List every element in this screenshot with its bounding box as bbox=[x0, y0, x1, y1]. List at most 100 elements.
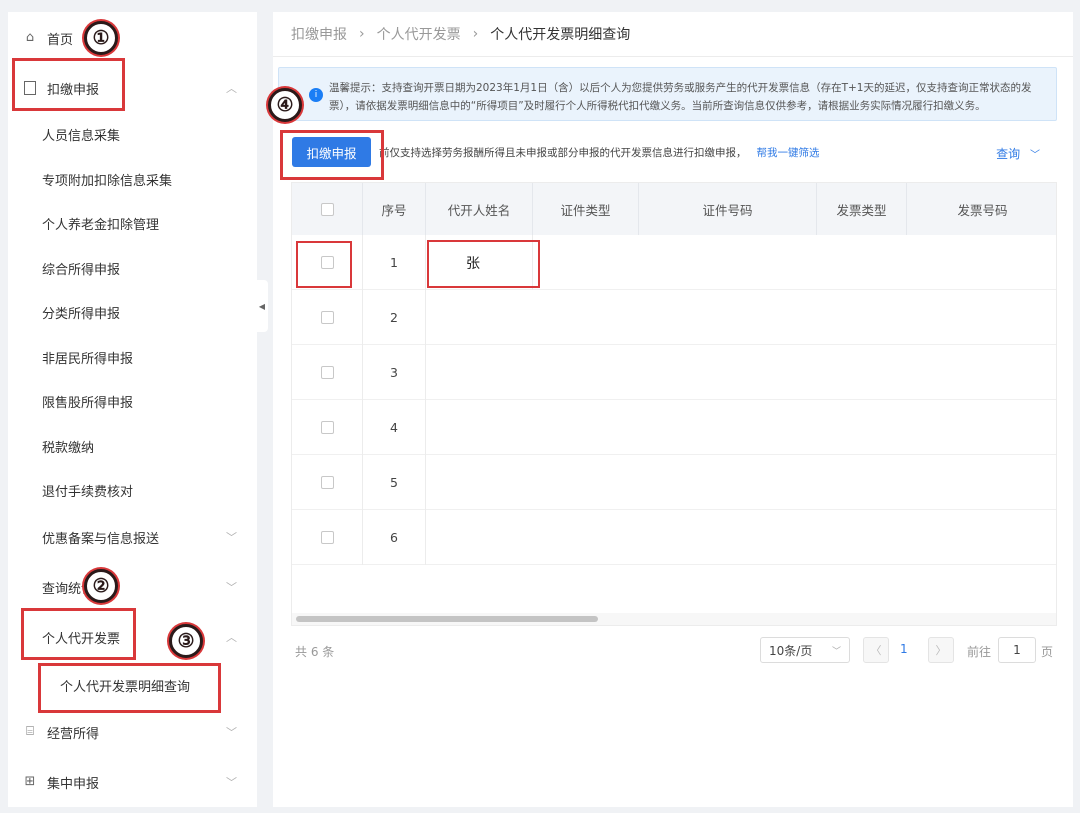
sidebar-item-label: 个人养老金扣除管理 bbox=[42, 217, 160, 233]
table-row[interactable]: 1 张 bbox=[292, 235, 1056, 290]
sidebar-item-withholding[interactable]: 扣缴申报 ︿ bbox=[8, 66, 257, 110]
chevron-right-icon: 〉 bbox=[935, 644, 947, 657]
notice-banner: i 温馨提示：支持查询开票日期为2023年1月1日（含）以后个人为您提供劳务或服… bbox=[278, 67, 1057, 121]
annotation-marker-4: ④ bbox=[268, 88, 302, 122]
sidebar-collapse-handle[interactable]: ◀ bbox=[256, 280, 268, 332]
sidebar-item-special-deduction[interactable]: 专项附加扣除信息采集 bbox=[8, 157, 257, 201]
table-row[interactable]: 3 bbox=[292, 345, 1056, 400]
sidebar-item-preferential[interactable]: 优惠备案与信息报送 ﹀ bbox=[8, 515, 257, 559]
row-checkbox[interactable] bbox=[320, 366, 334, 379]
column-header: 发票类型 bbox=[817, 183, 907, 235]
row-checkbox[interactable] bbox=[320, 311, 334, 324]
sidebar-item-personal-invoice[interactable]: 个人代开发票 ︿ bbox=[8, 615, 257, 659]
sidebar-item-label: 税款缴纳 bbox=[42, 440, 95, 456]
annotation-marker-3: ③ bbox=[169, 624, 203, 658]
sidebar-item-invoice-detail-query[interactable]: 个人代开发票明细查询 bbox=[8, 663, 257, 707]
sidebar-item-label: 优惠备案与信息报送 bbox=[42, 531, 160, 547]
row-select-cell bbox=[292, 290, 363, 345]
sidebar-item-comprehensive[interactable]: 综合所得申报 bbox=[8, 246, 257, 290]
table-row[interactable]: 6 bbox=[292, 510, 1056, 565]
chevron-up-icon: ︿ bbox=[226, 82, 237, 95]
name-cell: 张 bbox=[426, 235, 533, 290]
sidebar-item-centralized[interactable]: ⊞ 集中申报 ﹀ bbox=[8, 760, 257, 804]
select-all-checkbox[interactable] bbox=[320, 202, 334, 216]
one-click-filter-link[interactable]: 帮我一键筛选 bbox=[757, 147, 820, 159]
row-checkbox[interactable] bbox=[320, 256, 334, 269]
annotation-marker-2: ② bbox=[84, 569, 118, 603]
annotation-marker-1: ① bbox=[84, 21, 118, 55]
next-page-button[interactable]: 〉 bbox=[928, 637, 954, 663]
seq-cell: 2 bbox=[363, 290, 426, 345]
column-header: 代开人姓名 bbox=[426, 183, 533, 235]
chevron-left-icon: 〈 bbox=[870, 644, 882, 657]
document-icon bbox=[24, 81, 36, 95]
table-row[interactable]: 5 bbox=[292, 455, 1056, 510]
home-icon: ⌂ bbox=[25, 30, 35, 45]
page-size-select[interactable]: 10条/页 ﹀ bbox=[760, 637, 850, 663]
current-page[interactable]: 1 bbox=[900, 642, 908, 656]
row-checkbox[interactable] bbox=[320, 476, 334, 489]
seq-cell: 4 bbox=[363, 400, 426, 455]
chevron-down-icon: ﹀ bbox=[226, 581, 237, 594]
goto-page-input[interactable]: 1 bbox=[998, 637, 1036, 663]
chevron-down-icon: ﹀ bbox=[226, 776, 237, 789]
divider bbox=[273, 56, 1073, 57]
sidebar-item-label: 退付手续费核对 bbox=[42, 484, 134, 500]
table-row[interactable]: 2 bbox=[292, 290, 1056, 345]
row-checkbox[interactable] bbox=[320, 421, 334, 434]
sidebar-item-home[interactable]: ⌂ 首页 bbox=[8, 16, 257, 60]
sidebar-item-label: 人员信息采集 bbox=[42, 128, 121, 144]
sidebar-item-label: 非居民所得申报 bbox=[42, 351, 134, 367]
report-icon: ⊞ bbox=[24, 774, 36, 789]
prev-page-button[interactable]: 〈 bbox=[863, 637, 889, 663]
row-select-cell bbox=[292, 400, 363, 455]
sidebar-item-label: 限售股所得申报 bbox=[42, 395, 134, 411]
goto-label: 前往 bbox=[967, 645, 992, 659]
sidebar-item-label: 首页 bbox=[47, 32, 74, 48]
withholding-declare-button[interactable]: 扣缴申报 bbox=[292, 137, 371, 167]
sidebar-item-label: 集中申报 bbox=[47, 776, 100, 792]
breadcrumb-item[interactable]: 扣缴申报 bbox=[291, 24, 347, 44]
horizontal-scrollbar[interactable] bbox=[296, 616, 598, 622]
sidebar-item-pension[interactable]: 个人养老金扣除管理 bbox=[8, 201, 257, 245]
sidebar-item-personnel-info[interactable]: 人员信息采集 bbox=[8, 112, 257, 156]
seq-cell: 1 bbox=[363, 235, 426, 290]
sidebar-item-restricted-shares[interactable]: 限售股所得申报 bbox=[8, 379, 257, 423]
chevron-down-icon: ﹀ bbox=[831, 646, 841, 657]
sidebar: ⌂ 首页 扣缴申报 ︿ 人员信息采集 专项附加扣除信息采集 个人养老金扣除管理 … bbox=[8, 12, 257, 807]
row-select-cell bbox=[292, 510, 363, 565]
sidebar-item-tax-payment[interactable]: 税款缴纳 bbox=[8, 424, 257, 468]
sidebar-item-label: 专项附加扣除信息采集 bbox=[42, 173, 173, 189]
query-toggle[interactable]: 查询 ﹀ bbox=[996, 145, 1040, 162]
header-select-all bbox=[292, 183, 363, 235]
shop-icon: ⌸ bbox=[26, 724, 34, 739]
row-select-cell bbox=[292, 345, 363, 400]
page-size-value: 10条/页 bbox=[769, 643, 813, 658]
sidebar-item-label: 分类所得申报 bbox=[42, 306, 121, 322]
query-label: 查询 bbox=[996, 147, 1021, 161]
seq-cell: 6 bbox=[363, 510, 426, 565]
declare-tip: 前仅支持选择劳务报酬所得且未申报或部分申报的代开发票信息进行扣缴申报， 帮我一键筛… bbox=[379, 145, 820, 160]
sidebar-item-label: 综合所得申报 bbox=[42, 262, 121, 278]
row-select-cell bbox=[292, 235, 363, 290]
seq-cell: 5 bbox=[363, 455, 426, 510]
sidebar-item-classified[interactable]: 分类所得申报 bbox=[8, 290, 257, 334]
page-suffix-label: 页 bbox=[1041, 645, 1054, 659]
row-checkbox[interactable] bbox=[320, 531, 334, 544]
declare-tip-text: 前仅支持选择劳务报酬所得且未申报或部分申报的代开发票信息进行扣缴申报， bbox=[379, 147, 747, 159]
sidebar-item-business-income[interactable]: ⌸ 经营所得 ﹀ bbox=[8, 710, 257, 754]
chevron-right-icon: › bbox=[359, 26, 365, 42]
sidebar-item-query-stats[interactable]: 查询统计 ﹀ bbox=[8, 565, 257, 609]
sidebar-item-refund-fee[interactable]: 退付手续费核对 bbox=[8, 468, 257, 512]
chevron-right-icon: › bbox=[472, 26, 479, 42]
table-row[interactable]: 4 bbox=[292, 400, 1056, 455]
chevron-down-icon: ﹀ bbox=[226, 726, 237, 739]
column-header: 发票号码 bbox=[957, 202, 1008, 218]
sidebar-item-label: 经营所得 bbox=[47, 726, 100, 742]
invoice-table: 序号 代开人姓名 证件类型 证件号码 发票类型 发票号码 1 张 2 3 4 5 bbox=[291, 182, 1057, 626]
breadcrumb-item[interactable]: 个人代开发票 bbox=[377, 24, 461, 44]
chevron-up-icon: ︿ bbox=[226, 631, 237, 644]
row-select-cell bbox=[292, 455, 363, 510]
info-icon: i bbox=[309, 88, 323, 102]
sidebar-item-nonresident[interactable]: 非居民所得申报 bbox=[8, 335, 257, 379]
